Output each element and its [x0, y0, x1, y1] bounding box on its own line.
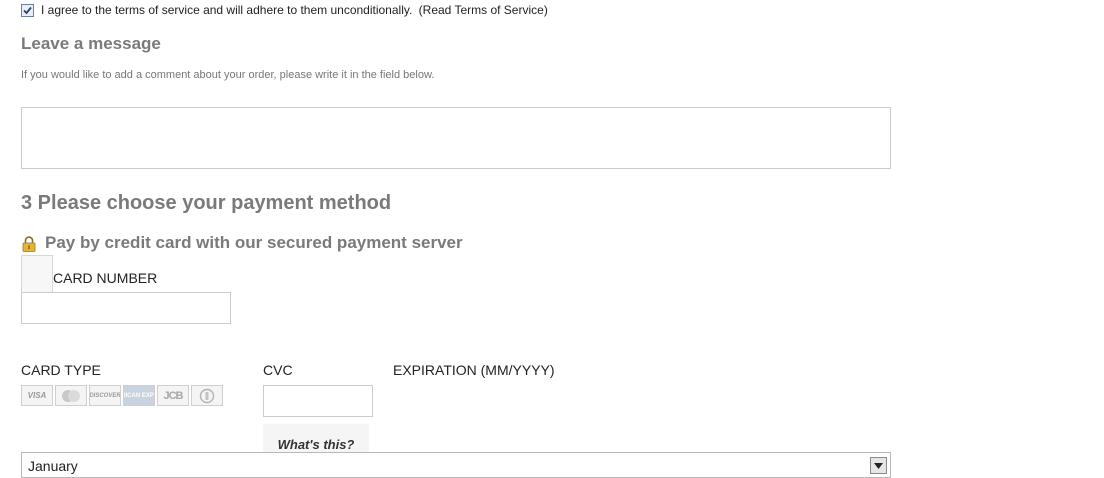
check-icon	[23, 6, 32, 15]
terms-of-service-link[interactable]: (Read Terms of Service)	[419, 3, 548, 17]
leave-message-title: Leave a message	[21, 34, 161, 53]
card-number-label: CARD NUMBER	[53, 270, 158, 286]
jcb-logo[interactable]: JCB	[157, 385, 189, 406]
terms-checkbox[interactable]	[21, 4, 34, 17]
discover-logo[interactable]: DISCOVER	[89, 385, 121, 406]
cvc-input[interactable]	[263, 385, 373, 417]
cvc-label: CVC	[263, 362, 293, 378]
card-type-label: CARD TYPE	[21, 362, 101, 378]
expiration-label: EXPIRATION (MM/YYYY)	[393, 362, 555, 378]
payment-method-title: 3 Please choose your payment method	[21, 192, 392, 214]
diners-club-logo[interactable]	[191, 385, 223, 406]
chevron-down-icon[interactable]	[870, 457, 887, 474]
visa-logo[interactable]: VISA	[21, 385, 53, 406]
month-select-value: January	[28, 458, 78, 474]
mastercard-logo[interactable]	[55, 385, 87, 406]
amex-logo[interactable]: AMERICAN EXPRESS	[123, 385, 155, 406]
card-number-input[interactable]	[21, 292, 231, 324]
expiration-month-select[interactable]: January	[21, 452, 891, 478]
card-type-logos: VISA DISCOVER AMERICAN EXPRESS JCB	[21, 385, 223, 406]
secure-payment-title: Pay by credit card with our secured paym…	[45, 233, 463, 252]
lock-icon	[22, 236, 36, 252]
message-textarea[interactable]	[21, 107, 891, 169]
leave-message-help: If you would like to add a comment about…	[21, 69, 435, 81]
terms-label: I agree to the terms of service and will…	[41, 3, 548, 17]
jcb-logo-text: JCB	[163, 389, 183, 402]
terms-text: I agree to the terms of service and will…	[41, 3, 413, 17]
